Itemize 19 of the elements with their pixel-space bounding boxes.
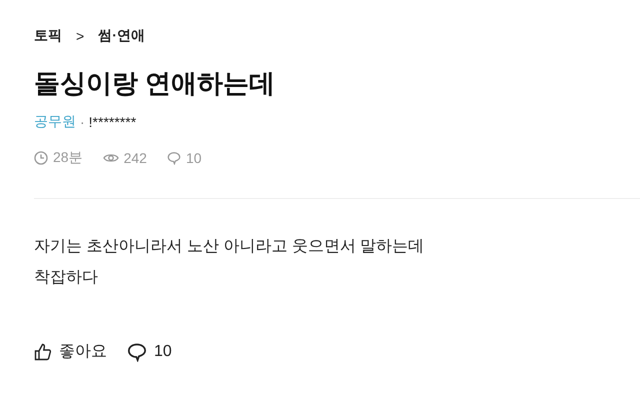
author-separator: · bbox=[80, 114, 85, 130]
author-company: 공무원 bbox=[34, 113, 76, 131]
comment-button[interactable]: 10 bbox=[127, 341, 172, 362]
comment-icon bbox=[127, 342, 147, 362]
post-text-line: 자기는 초산아니라서 노산 아니라고 웃으면서 말하는데 bbox=[34, 237, 426, 257]
clock-icon bbox=[34, 151, 48, 165]
author-nickname: !******** bbox=[88, 114, 136, 130]
breadcrumb-separator: > bbox=[76, 28, 84, 44]
breadcrumb-link[interactable]: 토픽 bbox=[34, 27, 62, 45]
eye-icon bbox=[102, 152, 119, 164]
thumbs-up-icon bbox=[34, 342, 52, 360]
comment-icon bbox=[166, 151, 181, 165]
post-time: 28분 bbox=[53, 149, 83, 167]
post-text-line: 착잡하다 bbox=[34, 268, 99, 288]
post-title: 돌싱이랑 연애하는데 bbox=[34, 67, 276, 100]
view-count: 242 bbox=[124, 150, 147, 166]
breadcrumb-link[interactable]: 썸·연애 bbox=[98, 27, 145, 45]
like-button[interactable]: 좋아요 bbox=[34, 341, 107, 362]
comment-count: 10 bbox=[186, 150, 202, 166]
